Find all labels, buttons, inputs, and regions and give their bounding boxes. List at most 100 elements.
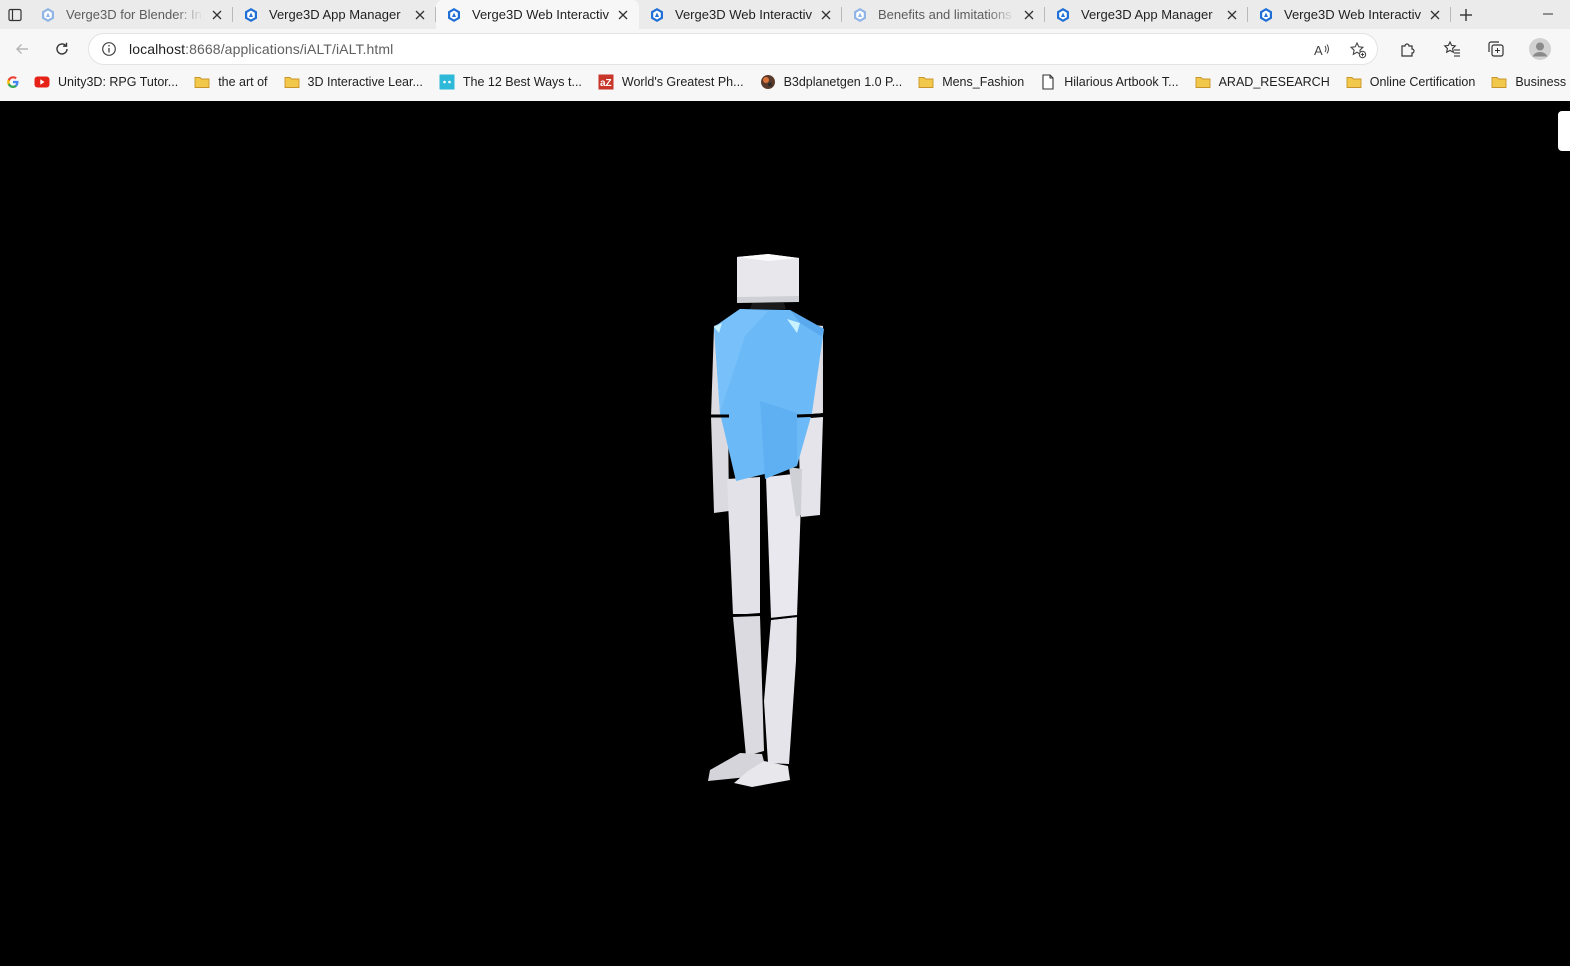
tab-title: Verge3D for Blender: Insta — [66, 7, 203, 22]
webgl-viewport[interactable] — [0, 101, 1570, 966]
minimize-button[interactable] — [1538, 4, 1558, 24]
close-icon — [618, 10, 628, 19]
browser-chrome: Verge3D for Blender: Insta Verge3D App Ma… — [0, 0, 1570, 101]
mannequin-head — [737, 254, 799, 303]
verge3d-logo-icon — [852, 7, 868, 23]
svg-text:aZ: aZ — [600, 78, 612, 89]
tab-close-button[interactable] — [1021, 7, 1037, 23]
tab-strip: Verge3D for Blender: Insta Verge3D App Ma… — [0, 0, 1570, 29]
close-icon — [415, 10, 425, 19]
reload-button[interactable] — [44, 33, 80, 65]
folder-icon — [194, 74, 210, 90]
tab-title: Verge3D App Manager — [269, 7, 401, 22]
verge3d-logo-icon — [1258, 7, 1274, 23]
verge3d-logo-icon — [446, 7, 462, 23]
browser-tab[interactable]: Benefits and limitations of — [842, 0, 1045, 29]
google-bookmark[interactable] — [4, 70, 26, 94]
tab-close-button[interactable] — [818, 7, 834, 23]
minimize-icon — [1543, 13, 1553, 15]
browser-tab[interactable]: Verge3D Web Interactive — [1248, 0, 1451, 29]
tab-close-button[interactable] — [209, 7, 225, 23]
bookmark-item[interactable]: Unity3D: RPG Tutor... — [26, 70, 186, 94]
bookmark-item[interactable]: Mens_Fashion — [910, 70, 1032, 94]
url-path: :8668/applications/iALT/iALT.html — [185, 41, 394, 57]
tab-close-button[interactable] — [1224, 7, 1240, 23]
bookmarks-bar: Unity3D: RPG Tutor... the art of 3D Intera… — [0, 69, 1570, 95]
collections-icon — [1488, 41, 1504, 57]
site-info-button[interactable] — [89, 41, 129, 57]
site-icon — [439, 74, 455, 90]
bookmark-label: Online Certification — [1369, 75, 1476, 89]
browser-tab[interactable]: Verge3D App Manager — [1045, 0, 1248, 29]
close-icon — [821, 10, 831, 19]
tab-title: Verge3D Web Interactive — [1284, 7, 1421, 22]
add-favorite-button[interactable] — [1347, 39, 1369, 61]
read-aloud-button[interactable]: A — [1311, 39, 1333, 61]
folder-icon — [1346, 74, 1362, 90]
tab-actions-icon — [8, 8, 22, 21]
tab-close-button[interactable] — [412, 7, 428, 23]
new-tab-button[interactable] — [1451, 0, 1481, 29]
read-aloud-icon: A — [1314, 43, 1329, 58]
tab-title: Verge3D App Manager — [1081, 7, 1213, 22]
bookmark-label: The 12 Best Ways t... — [462, 75, 582, 89]
address-bar[interactable]: localhost:8668/applications/iALT/iALT.ht… — [88, 33, 1378, 65]
browser-tab[interactable]: Verge3D App Manager — [233, 0, 436, 29]
youtube-icon — [34, 74, 50, 90]
extensions-button[interactable] — [1390, 33, 1426, 65]
google-icon — [7, 76, 19, 88]
bookmark-item[interactable]: the art of — [186, 70, 275, 94]
verge3d-logo-icon — [243, 7, 259, 23]
favorites-icon — [1443, 40, 1460, 57]
tab-close-button[interactable] — [615, 7, 631, 23]
puzzle-icon — [1401, 43, 1415, 57]
close-icon — [212, 10, 222, 19]
bookmark-label: Business Research — [1515, 75, 1570, 89]
collections-button[interactable] — [1478, 33, 1514, 65]
svg-text:A: A — [1314, 43, 1323, 58]
mannequin-3d-model[interactable] — [0, 101, 1570, 966]
tab-actions-button[interactable] — [0, 0, 30, 29]
bookmark-label: ARAD_RESEARCH — [1218, 75, 1330, 89]
plus-icon — [1460, 8, 1472, 21]
reload-icon — [56, 42, 68, 55]
star-add-icon — [1349, 41, 1367, 59]
tab-title: Verge3D Web Interactive — [675, 7, 812, 22]
bookmark-item[interactable]: Online Certification — [1338, 70, 1484, 94]
bookmark-item[interactable]: Hilarious Artbook T... — [1032, 70, 1186, 94]
bookmark-item[interactable]: 3D Interactive Lear... — [276, 70, 431, 94]
url-host: localhost — [129, 41, 186, 57]
bookmark-item[interactable]: aZ World's Greatest Ph... — [590, 70, 752, 94]
close-icon — [1024, 10, 1034, 19]
bookmark-item[interactable]: The 12 Best Ways t... — [431, 70, 590, 94]
mannequin-legs — [708, 473, 802, 787]
browser-tab[interactable]: Verge3D for Blender: Insta — [30, 0, 233, 29]
bookmark-label: 3D Interactive Lear... — [307, 75, 423, 89]
planet-icon — [760, 74, 776, 90]
favorites-button[interactable] — [1434, 33, 1470, 65]
bookmark-item[interactable]: Business Research — [1483, 70, 1570, 94]
close-icon — [1227, 10, 1237, 19]
bookmark-label: the art of — [218, 75, 268, 89]
browser-tab[interactable]: Verge3D Web Interactive — [436, 0, 639, 29]
verge3d-logo-icon — [40, 7, 56, 23]
page-icon — [1040, 74, 1056, 90]
bookmark-label: Hilarious Artbook T... — [1064, 75, 1179, 89]
verge3d-logo-icon — [649, 7, 665, 23]
folder-icon — [1491, 74, 1507, 90]
folder-icon — [918, 74, 934, 90]
close-icon — [1430, 10, 1440, 19]
profile-button[interactable] — [1522, 33, 1558, 65]
bookmark-label: World's Greatest Ph... — [621, 75, 744, 89]
az-icon: aZ — [598, 74, 614, 90]
avatar-icon — [1529, 38, 1551, 60]
bookmark-label: Unity3D: RPG Tutor... — [58, 75, 179, 89]
url-text: localhost:8668/applications/iALT/iALT.ht… — [129, 41, 393, 57]
bookmark-item[interactable]: B3dplanetgen 1.0 P... — [752, 70, 911, 94]
tab-close-button[interactable] — [1427, 7, 1443, 23]
browser-tab[interactable]: Verge3D Web Interactive — [639, 0, 842, 29]
tab-title: Verge3D Web Interactive — [472, 7, 609, 22]
bookmark-item[interactable]: ARAD_RESEARCH — [1187, 70, 1338, 94]
bookmark-label: Mens_Fashion — [942, 75, 1025, 89]
back-button[interactable] — [4, 33, 40, 65]
